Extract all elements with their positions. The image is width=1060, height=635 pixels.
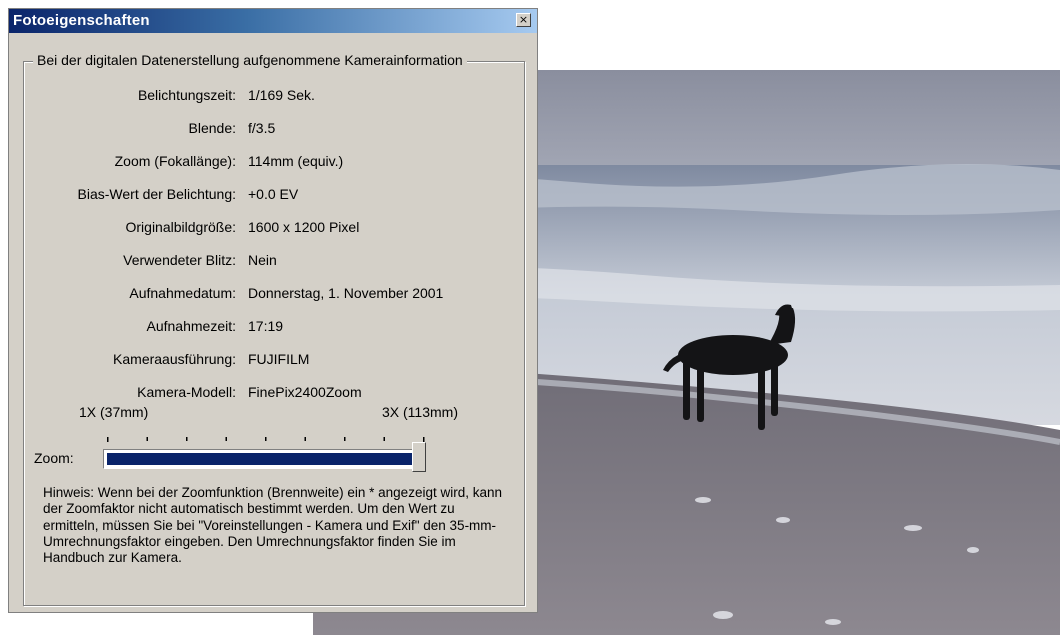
info-value: +0.0 EV <box>248 186 299 202</box>
zoom-tick <box>186 437 188 441</box>
zoom-tick <box>304 437 306 441</box>
zoom-slider-track[interactable] <box>103 449 421 469</box>
info-value: Donnerstag, 1. November 2001 <box>248 285 444 301</box>
info-row: Zoom (Fokallänge): 114mm (equiv.) <box>9 153 529 173</box>
info-label: Belichtungszeit: <box>137 87 236 103</box>
info-label: Originalbildgröße: <box>125 219 237 235</box>
info-row: Belichtungszeit: 1/169 Sek. <box>9 87 529 107</box>
info-value: 1600 x 1200 Pixel <box>248 219 360 235</box>
close-button[interactable]: × <box>516 13 531 27</box>
close-icon: × <box>518 13 529 26</box>
zoom-tick <box>107 437 109 442</box>
info-row: Aufnahmezeit: 17:19 <box>9 318 529 338</box>
zoom-tick-marks <box>107 437 425 442</box>
info-label: Kamera-Modell: <box>137 384 236 400</box>
info-value: 1/169 Sek. <box>248 87 315 103</box>
info-row: Kamera-Modell: FinePix2400Zoom <box>9 384 529 404</box>
info-value: f/3.5 <box>248 120 276 136</box>
zoom-tick <box>344 437 346 441</box>
zoom-slider-thumb[interactable] <box>412 442 426 472</box>
info-label: Aufnahmezeit: <box>146 318 237 334</box>
info-label: Kameraausführung: <box>113 351 236 367</box>
info-value: 114mm (equiv.) <box>248 153 344 169</box>
groupbox-legend: Bei der digitalen Datenerstellung aufgen… <box>33 52 467 68</box>
info-label: Verwendeter Blitz: <box>123 252 236 268</box>
info-value: FUJIFILM <box>248 351 310 367</box>
zoom-min-label: 1X (37mm) <box>79 404 149 420</box>
info-value: FinePix2400Zoom <box>248 384 362 400</box>
info-row: Aufnahmedatum: Donnerstag, 1. November 20… <box>9 285 529 305</box>
info-label: Blende: <box>188 120 236 136</box>
info-value: 17:19 <box>248 318 284 334</box>
info-label: Bias-Wert der Belichtung: <box>77 186 236 202</box>
zoom-slider-fill <box>107 453 417 465</box>
zoom-label: Zoom: <box>34 450 74 466</box>
zoom-tick <box>383 437 385 441</box>
hint-text: Hinweis: Wenn bei der Zoomfunktion (Bren… <box>43 485 502 566</box>
info-value: Nein <box>248 252 277 268</box>
info-row: Blende: f/3.5 <box>9 120 529 140</box>
info-row: Kameraausführung: FUJIFILM <box>9 351 529 371</box>
title-bar[interactable]: Fotoeigenschaften × <box>9 9 537 33</box>
info-label: Aufnahmedatum: <box>129 285 236 301</box>
zoom-tick <box>265 437 267 441</box>
window-title: Fotoeigenschaften <box>13 12 150 29</box>
info-row: Bias-Wert der Belichtung: +0.0 EV <box>9 186 529 206</box>
info-row: Originalbildgröße: 1600 x 1200 Pixel <box>9 219 529 239</box>
info-label: Zoom (Fokallänge): <box>114 153 236 169</box>
zoom-tick <box>225 437 227 441</box>
zoom-tick <box>146 437 148 441</box>
info-row: Verwendeter Blitz: Nein <box>9 252 529 272</box>
zoom-max-label: 3X (113mm) <box>382 404 458 420</box>
photo-properties-dialog: Fotoeigenschaften × Bei der digitalen Da… <box>8 8 538 613</box>
